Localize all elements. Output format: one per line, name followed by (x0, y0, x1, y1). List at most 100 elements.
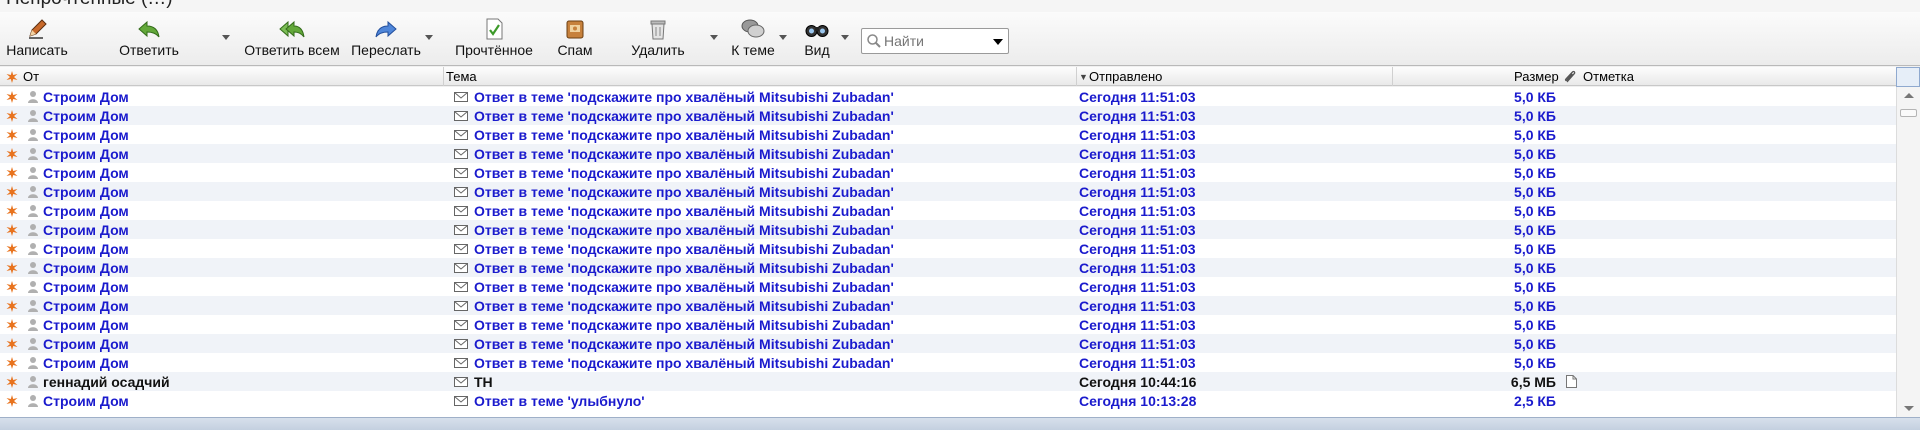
delete-button[interactable]: Удалить (628, 16, 688, 64)
envelope-icon (454, 358, 468, 368)
message-sent: Сегодня 11:51:03 (1079, 108, 1196, 124)
delete-dropdown-arrow[interactable] (710, 35, 718, 40)
search-options-arrow[interactable] (993, 39, 1003, 45)
table-row[interactable]: Строим Дом Ответ в теме 'подскажите про х… (0, 106, 1896, 125)
compose-button[interactable]: Написать (4, 16, 70, 64)
column-from[interactable]: От (23, 69, 39, 84)
table-row[interactable]: Строим Дом Ответ в теме 'подскажите про х… (0, 334, 1896, 353)
message-list: Строим Дом Ответ в теме 'подскажите про х… (0, 87, 1896, 417)
star-burst-icon[interactable] (6, 262, 18, 274)
column-subject[interactable]: Тема (446, 69, 477, 84)
star-burst-icon[interactable] (6, 186, 18, 198)
mark-read-button[interactable]: Прочтённое (453, 16, 535, 64)
to-thread-dropdown-arrow[interactable] (779, 35, 787, 40)
search-input[interactable] (884, 31, 984, 51)
column-sent[interactable]: Отправлено (1089, 69, 1162, 84)
star-burst-icon[interactable] (6, 300, 18, 312)
window-title-bar: Непрочтённые (…) (0, 0, 1920, 12)
table-row[interactable]: Строим Дом Ответ в теме 'подскажите про х… (0, 239, 1896, 258)
message-from: Строим Дом (43, 317, 129, 333)
reply-dropdown-arrow[interactable] (222, 35, 230, 40)
message-sent: Сегодня 11:51:03 (1079, 336, 1196, 352)
scroll-thumb[interactable] (1900, 109, 1917, 117)
star-burst-icon[interactable] (6, 243, 18, 255)
message-size: 5,0 КБ (1514, 203, 1556, 219)
table-row[interactable]: Строим Дом Ответ в теме 'подскажите про х… (0, 201, 1896, 220)
message-from: Строим Дом (43, 184, 129, 200)
reply-button[interactable]: Ответить (114, 16, 184, 64)
message-from: Строим Дом (43, 260, 129, 276)
forward-button[interactable]: Переслать (350, 16, 422, 64)
message-sent: Сегодня 11:51:03 (1079, 89, 1196, 105)
message-from: геннадий осадчий (43, 374, 170, 390)
star-burst-icon[interactable] (6, 376, 18, 388)
table-row[interactable]: Строим Дом Ответ в теме 'подскажите про х… (0, 144, 1896, 163)
table-row[interactable]: Строим Дом Ответ в теме 'подскажите про х… (0, 220, 1896, 239)
view-button[interactable]: Вид (800, 16, 834, 64)
file-icon (1566, 375, 1577, 388)
scroll-down-arrow[interactable] (1904, 406, 1914, 411)
table-row[interactable]: Строим Дом Ответ в теме 'улыбнуло' Сегодня… (0, 391, 1896, 410)
paperclip-icon (1564, 70, 1576, 83)
table-row[interactable]: Строим Дом Ответ в теме 'подскажите про х… (0, 353, 1896, 372)
scroll-up-arrow[interactable] (1904, 93, 1914, 98)
message-from: Строим Дом (43, 241, 129, 257)
message-size: 5,0 КБ (1514, 222, 1556, 238)
forward-dropdown-arrow[interactable] (425, 35, 433, 40)
star-burst-icon[interactable] (6, 167, 18, 179)
message-sent: Сегодня 11:51:03 (1079, 317, 1196, 333)
envelope-icon (454, 282, 468, 292)
message-sent: Сегодня 11:51:03 (1079, 222, 1196, 238)
message-from: Строим Дом (43, 165, 129, 181)
table-row[interactable]: Строим Дом Ответ в теме 'подскажите про х… (0, 163, 1896, 182)
trash-icon (650, 20, 666, 40)
star-burst-icon[interactable] (6, 148, 18, 160)
message-sent: Сегодня 11:51:03 (1079, 298, 1196, 314)
message-size: 5,0 КБ (1514, 317, 1556, 333)
message-subject: Ответ в теме 'подскажите про хвалёный Mi… (474, 279, 894, 295)
search-box[interactable] (861, 28, 1009, 54)
spam-box-icon (566, 20, 584, 39)
person-icon (28, 167, 38, 179)
star-burst-icon[interactable] (6, 395, 18, 407)
column-mark[interactable]: Отметка (1583, 69, 1634, 84)
table-row[interactable]: Строим Дом Ответ в теме 'подскажите про х… (0, 258, 1896, 277)
table-row[interactable]: Строим Дом Ответ в теме 'подскажите про х… (0, 125, 1896, 144)
star-burst-icon[interactable] (6, 319, 18, 331)
spam-button[interactable]: Спам (555, 16, 595, 64)
star-burst-icon[interactable] (6, 357, 18, 369)
reply-all-icon (279, 20, 305, 38)
table-row[interactable]: Строим Дом Ответ в теме 'подскажите про х… (0, 296, 1896, 315)
message-subject: Ответ в теме 'подскажите про хвалёный Mi… (474, 336, 894, 352)
table-row[interactable]: Строим Дом Ответ в теме 'подскажите про х… (0, 87, 1896, 106)
star-burst-icon[interactable] (6, 129, 18, 141)
table-row[interactable]: Строим Дом Ответ в теме 'подскажите про х… (0, 315, 1896, 334)
star-burst-icon (6, 71, 18, 83)
forward-arrow-icon (375, 20, 397, 38)
message-subject: Ответ в теме 'подскажите про хвалёный Mi… (474, 260, 894, 276)
message-size: 5,0 КБ (1514, 279, 1556, 295)
star-burst-icon[interactable] (6, 224, 18, 236)
star-burst-icon[interactable] (6, 281, 18, 293)
table-row[interactable]: Строим Дом Ответ в теме 'подскажите про х… (0, 277, 1896, 296)
envelope-icon (454, 339, 468, 349)
table-row[interactable]: геннадий осадчий TH Сегодня 10:44:16 6,5 МБ (0, 372, 1896, 391)
message-from: Строим Дом (43, 355, 129, 371)
table-row[interactable]: Строим Дом Ответ в теме 'подскажите про х… (0, 182, 1896, 201)
column-chooser-button[interactable] (1896, 67, 1920, 87)
column-size[interactable]: Размер (1514, 69, 1559, 84)
vertical-scrollbar[interactable] (1896, 87, 1920, 417)
reply-all-button[interactable]: Ответить всем (242, 16, 342, 64)
message-subject: Ответ в теме 'улыбнуло' (474, 393, 645, 409)
person-icon (28, 205, 38, 217)
star-burst-icon[interactable] (6, 205, 18, 217)
to-thread-button[interactable]: К теме (728, 16, 778, 64)
envelope-icon (454, 301, 468, 311)
view-dropdown-arrow[interactable] (841, 35, 849, 40)
star-burst-icon[interactable] (6, 110, 18, 122)
message-sent: Сегодня 11:51:03 (1079, 165, 1196, 181)
star-burst-icon[interactable] (6, 338, 18, 350)
star-burst-icon[interactable] (6, 91, 18, 103)
column-header: От Тема ▼ Отправлено Размер Отметка (0, 67, 1920, 86)
message-subject: TH (474, 374, 493, 390)
